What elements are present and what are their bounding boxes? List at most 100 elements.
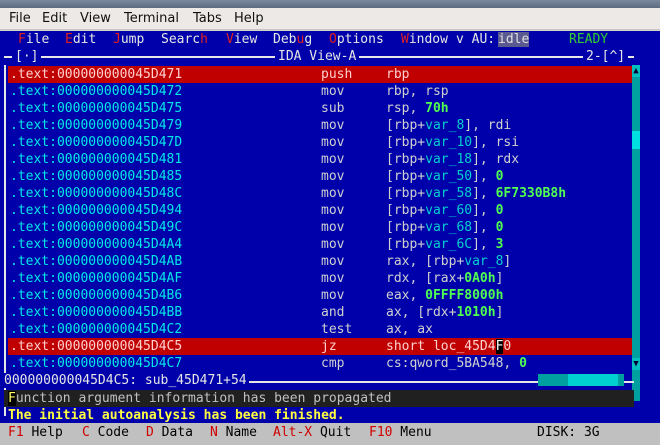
menu-edit[interactable]: Edit — [42, 11, 67, 26]
menu-terminal[interactable]: Terminal — [124, 11, 179, 26]
window-titlebar — [0, 0, 660, 8]
row-mnemonic: mov — [321, 237, 345, 252]
ida-menu-debug[interactable]: Debug — [273, 32, 312, 47]
operand-token: 3 — [495, 237, 504, 252]
operand-token: cs:qword_5BA548, — [386, 356, 520, 371]
operand-token: [rbp+ — [386, 118, 426, 133]
disasm-row[interactable]: .text:000000000045D475 sub rsp, 70h — [8, 100, 632, 117]
terminal-screen[interactable]: File Edit Jump Search View Debug Options… — [0, 31, 660, 445]
disasm-row[interactable]: .text:000000000045D479 mov [rbp+var_8], rd… — [8, 117, 632, 134]
row-address: .text:000000000045D4C5 — [10, 339, 183, 354]
scrollbar-thumb[interactable] — [632, 131, 640, 149]
operand-token: ] — [503, 254, 512, 269]
menu-tabs[interactable]: Tabs — [193, 11, 222, 26]
row-mnemonic: mov — [321, 220, 345, 235]
row-operands: eax, 0FFFF8000h — [386, 288, 503, 303]
fkey-name[interactable]: N Name — [210, 425, 257, 440]
row-operands: [rbp+var_50], 0 — [386, 169, 503, 184]
ida-menu-jump[interactable]: Jump — [113, 32, 144, 47]
row-address: .text:000000000045D4A4 — [10, 237, 183, 252]
disasm-row[interactable]: .text:000000000045D49C mov [rbp+var_68], 0 — [8, 219, 632, 236]
operand-token: ], rsi — [472, 135, 520, 150]
disasm-row[interactable]: .text:000000000045D4AF mov rdx, [rax+0A0h] — [8, 270, 632, 287]
scroll-up-arrow-icon[interactable]: ▲ — [632, 65, 640, 77]
operand-token: 0A0h — [464, 271, 496, 286]
disasm-row[interactable]: .text:000000000045D4C7 cmp cs:qword_5BA548… — [8, 355, 632, 372]
disassembly-listing[interactable]: .text:000000000045D471 push rbp .text:00000… — [8, 66, 632, 372]
row-address: .text:000000000045D481 — [10, 152, 183, 167]
row-mnemonic: mov — [321, 152, 345, 167]
row-mnemonic: mov — [321, 288, 345, 303]
disasm-row[interactable]: .text:000000000045D4AB mov rax, [rbp+var_8… — [8, 253, 632, 270]
operand-token: 1010h — [456, 305, 496, 320]
disasm-row[interactable]: .text:000000000045D4C2 test ax, ax — [8, 321, 632, 338]
operand-token: rbp — [386, 67, 410, 82]
row-mnemonic: and — [321, 305, 345, 320]
horizontal-scrollbar[interactable] — [538, 374, 624, 386]
operand-token: ], — [472, 186, 496, 201]
row-operands: ax, [rdx+1010h] — [386, 305, 503, 320]
row-mnemonic: mov — [321, 271, 345, 286]
disasm-row[interactable]: .text:000000000045D47D mov [rbp+var_10], r… — [8, 134, 632, 151]
operand-token: 70h — [425, 101, 449, 116]
disasm-row[interactable]: .text:000000000045D4A4 mov [rbp+var_6C], 3 — [8, 236, 632, 253]
row-mnemonic: mov — [321, 186, 345, 201]
row-operands: rsp, 70h — [386, 101, 449, 116]
operand-token: rax, [rbp+ — [386, 254, 465, 269]
disasm-row[interactable]: .text:000000000045D471 push rbp — [8, 66, 632, 83]
ida-menu-edit[interactable]: Edit — [65, 32, 96, 47]
view-zoom-marker[interactable]: 2-[^] — [583, 49, 629, 64]
ida-menu-view[interactable]: View — [226, 32, 257, 47]
menu-file[interactable]: File — [9, 11, 31, 26]
menu-view[interactable]: View — [80, 11, 111, 26]
row-address: .text:000000000045D471 — [10, 67, 183, 82]
view-close-marker[interactable]: [·] — [12, 49, 42, 64]
ida-menu-search[interactable]: Search — [161, 32, 208, 47]
disasm-row[interactable]: .text:000000000045D485 mov [rbp+var_50], 0 — [8, 168, 632, 185]
operand-token: ], — [472, 203, 496, 218]
location-text: 000000000045D4C5: sub_45D471+54 — [4, 373, 249, 388]
fkey-menu[interactable]: F10 Menu — [369, 425, 432, 440]
disasm-row[interactable]: .text:000000000045D472 mov rbp, rsp — [8, 83, 632, 100]
row-address: .text:000000000045D494 — [10, 203, 183, 218]
disasm-row[interactable]: .text:000000000045D48C mov [rbp+var_58], 6… — [8, 185, 632, 202]
disasm-row[interactable]: .text:000000000045D481 mov [rbp+var_18], r… — [8, 151, 632, 168]
row-mnemonic: push — [321, 67, 353, 82]
row-mnemonic: cmp — [321, 356, 345, 371]
operand-token: var_18 — [425, 152, 473, 167]
operand-token: ] — [495, 271, 504, 286]
disasm-row[interactable]: .text:000000000045D494 mov [rbp+var_60], 0 — [8, 202, 632, 219]
disasm-row[interactable]: .text:000000000045D4B6 mov eax, 0FFFF8000h — [8, 287, 632, 304]
ida-menu-window[interactable]: Window — [401, 32, 448, 47]
row-operands: short loc_45D4F0 — [386, 339, 511, 354]
fkey-help[interactable]: F1 Help — [8, 425, 63, 440]
view-frame-left — [4, 65, 6, 416]
row-address: .text:000000000045D49C — [10, 220, 183, 235]
row-mnemonic: mov — [321, 118, 345, 133]
operand-token: [rbp+ — [386, 169, 426, 184]
operand-token: ax, [rdx+ — [386, 305, 457, 320]
menu-help[interactable]: Help — [234, 11, 264, 26]
ida-menu-options[interactable]: Options — [329, 32, 384, 47]
operand-token: ], rdx — [472, 152, 520, 167]
operand-token: rdx, [rax+ — [386, 271, 465, 286]
operand-token: 0 — [503, 339, 512, 354]
row-operands: rbp — [386, 67, 409, 82]
output-line-1-text: unction argument information has been pr… — [15, 391, 392, 406]
disasm-row[interactable]: .text:000000000045D4BB and ax, [rdx+1010h] — [8, 304, 632, 321]
output-cursor: F — [8, 391, 16, 406]
hscroll-thumb[interactable] — [568, 374, 618, 386]
scroll-down-arrow-icon[interactable]: ▼ — [632, 358, 640, 370]
operand-token: 0 — [495, 203, 504, 218]
fkey-code[interactable]: C Code — [82, 425, 129, 440]
vertical-scrollbar[interactable] — [632, 65, 640, 401]
operand-token: ], — [472, 169, 496, 184]
row-address: .text:000000000045D4C7 — [10, 356, 183, 371]
ida-menu-file[interactable]: File — [18, 32, 49, 47]
row-operands: [rbp+var_58], 6F7330B8h — [386, 186, 566, 201]
disasm-row[interactable]: .text:000000000045D4C5 jz short loc_45D4F0 — [8, 338, 632, 355]
fkey-data[interactable]: D Data — [146, 425, 193, 440]
operand-token: var_8 — [425, 118, 465, 133]
disk-space: DISK: 3G — [537, 425, 600, 440]
fkey-quit[interactable]: Alt-X Quit — [273, 425, 351, 440]
